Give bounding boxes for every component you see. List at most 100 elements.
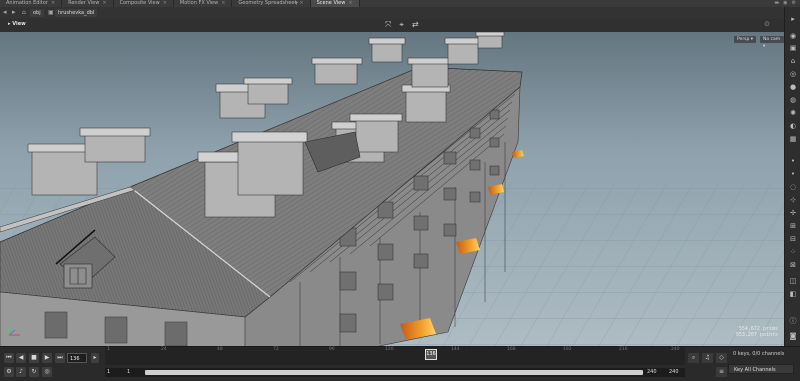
breadcrumb-root[interactable]: obj <box>30 9 44 17</box>
tab-label: Motion FX View <box>179 0 219 6</box>
info-icon[interactable]: ⓘ <box>788 317 798 325</box>
camera-dropdown[interactable]: No cam ▾ <box>760 36 784 49</box>
template-icon[interactable]: ◧ <box>788 290 798 298</box>
ruler-tick: 48 <box>217 347 223 352</box>
play-backward-icon[interactable]: ◀ <box>16 353 26 363</box>
loop-icon[interactable]: ↻ <box>29 367 39 377</box>
play-forward-icon[interactable]: ▶ <box>42 353 52 363</box>
sphere-shading-icon[interactable]: ● <box>788 83 798 91</box>
frame-icon[interactable]: ◎ <box>788 70 798 78</box>
tab-motion-fx-view[interactable]: Motion FX View × <box>174 0 233 7</box>
tab-label: Composite View <box>119 0 160 6</box>
jump-start-icon[interactable]: ⏮ <box>4 353 14 363</box>
timeline-ruler[interactable]: 1 24 48 72 96 120 144 168 192 216 240 13… <box>105 347 685 365</box>
pane-options-icon[interactable]: ⚙ <box>792 0 796 7</box>
axis-gizmo-icon <box>8 325 20 336</box>
ruler-tick: 240 <box>671 347 680 352</box>
snap-icon[interactable]: ⊹ <box>788 196 798 204</box>
light-icon[interactable]: ✺ <box>788 109 798 117</box>
display-toolbar: ▸ ◉ ▣ ⌂ ◎ ● ◍ ✺ ◐ ▦ • • ◌ ⊹ ✢ ⊞ ⊟ ⁘ ⊠ ◫ … <box>784 7 800 346</box>
snap-tool-icon[interactable]: ⤧ <box>385 20 391 30</box>
ruler-tick: 144 <box>451 347 460 352</box>
range-slider[interactable] <box>145 370 643 375</box>
add-tab-icon[interactable]: + <box>294 0 299 7</box>
ruler-tick: 72 <box>273 347 279 352</box>
keyframe-mode-icon[interactable]: ◎ <box>42 367 52 377</box>
point-numbers-icon[interactable]: ⁘ <box>788 248 798 256</box>
tab-label: Animation Editor <box>6 0 48 6</box>
channel-list-icon[interactable]: ≡ <box>716 367 727 377</box>
close-icon[interactable]: × <box>299 0 303 6</box>
sound-icon[interactable]: ♪ <box>16 367 26 377</box>
jump-end-icon[interactable]: ⏭ <box>55 353 65 363</box>
step-icon[interactable]: ▸ <box>91 353 99 363</box>
back-arrow-icon[interactable]: ◂ <box>3 8 7 16</box>
grid-icon[interactable]: ▦ <box>788 135 798 143</box>
perspective-dropdown[interactable]: Persp ▾ <box>734 36 757 43</box>
shadow-icon[interactable]: ◐ <box>788 122 798 130</box>
keyframe-icon[interactable]: ◇ <box>716 353 727 363</box>
scene-viewport[interactable]: Persp ▾ No cam ▾ 554,672 prims 553,207 p… <box>0 32 784 346</box>
close-icon[interactable]: × <box>102 0 106 6</box>
maximize-icon[interactable]: ◉ <box>783 0 787 7</box>
stop-icon[interactable]: ■ <box>29 353 39 363</box>
magnet-tool-icon[interactable]: ⌖ <box>399 20 404 30</box>
pane-controls: ▬ ◉ ⚙ <box>774 0 796 7</box>
uv-icon[interactable]: ⊠ <box>788 261 798 269</box>
close-icon[interactable]: × <box>221 0 225 6</box>
backface-icon[interactable]: ◫ <box>788 277 798 285</box>
close-icon[interactable]: × <box>163 0 167 6</box>
dot-icon[interactable]: • <box>788 157 798 165</box>
tab-scene-view[interactable]: Scene View × <box>310 0 360 7</box>
realtime-toggle-icon[interactable]: ⚙ <box>4 367 14 377</box>
points-count: 553,207 points <box>735 332 778 338</box>
tab-render-view[interactable]: Render View × <box>62 0 114 7</box>
range-start-global[interactable]: 1 <box>107 368 110 377</box>
ruler-tick: 120 <box>385 347 394 352</box>
viewport-toolbar: ▸ View ⤧ ⌖ ⇄ ⊙ <box>0 19 784 32</box>
display-options-icon[interactable]: ▸ <box>788 15 798 23</box>
close-icon[interactable]: × <box>348 0 352 6</box>
search-icon[interactable]: ⌕ <box>688 353 699 363</box>
mesh-icon[interactable]: ⊞ <box>788 222 798 230</box>
pin-icon[interactable]: ⊙ <box>764 20 770 28</box>
wireframe-icon[interactable]: ◍ <box>788 96 798 104</box>
key-all-channels-button[interactable]: Key All Channels <box>728 364 794 374</box>
visibility-icon[interactable]: ◌ <box>788 183 798 191</box>
close-icon[interactable]: × <box>51 0 55 6</box>
geometry-stats: 554,672 prims 553,207 points <box>736 326 778 338</box>
breadcrumb-node[interactable]: hrushevka_dbl <box>55 9 98 17</box>
forward-arrow-icon[interactable]: ▸ <box>12 8 16 16</box>
camera-icon[interactable]: ◙ <box>788 332 798 340</box>
tab-composite-view[interactable]: Composite View × <box>114 0 174 7</box>
dot-icon[interactable]: • <box>788 170 798 178</box>
ruler-tick: 24 <box>161 347 167 352</box>
ruler-tick: 192 <box>563 347 572 352</box>
current-frame-field[interactable]: 136 <box>67 353 87 363</box>
range-end-global[interactable]: 240 <box>669 368 679 377</box>
lock-camera-icon[interactable]: ▣ <box>788 44 798 52</box>
building-render <box>0 32 784 346</box>
cycle-tool-icon[interactable]: ⇄ <box>412 20 419 30</box>
current-frame-marker[interactable]: 136 <box>425 349 437 360</box>
home-icon[interactable]: ⌂ <box>788 57 798 65</box>
ghost-icon[interactable]: ◉ <box>788 32 798 40</box>
playbar: ⏮ ◀ ■ ▶ ⏭ 136 ▸ ⚙ ♪ ↻ ◎ 1 24 48 72 96 12… <box>0 346 800 381</box>
normals-icon[interactable]: ⊟ <box>788 235 798 243</box>
frame-range-bar[interactable]: 1 1 240 240 <box>105 368 685 377</box>
handle-icon[interactable]: ✢ <box>788 209 798 217</box>
ruler-tick: 216 <box>619 347 628 352</box>
transform-tools: ⤧ ⌖ ⇄ <box>385 20 419 30</box>
geometry-node-icon: ▣ <box>48 9 54 16</box>
ruler-tick: 168 <box>507 347 516 352</box>
range-start[interactable]: 1 <box>127 368 130 377</box>
keys-info: 0 keys, 0/0 channels <box>733 351 785 357</box>
viewport-menu[interactable]: ▸ View <box>8 21 26 27</box>
pane-tab-bar: Animation Editor × Render View × Composite… <box>0 0 800 7</box>
pane-menu-icon[interactable]: ▬ <box>774 0 779 7</box>
tab-label: Render View <box>68 0 100 6</box>
ruler-tick: 1 <box>107 347 110 352</box>
range-end[interactable]: 240 <box>647 368 657 377</box>
audio-icon[interactable]: ♫ <box>702 353 713 363</box>
tab-animation-editor[interactable]: Animation Editor × <box>0 0 63 7</box>
